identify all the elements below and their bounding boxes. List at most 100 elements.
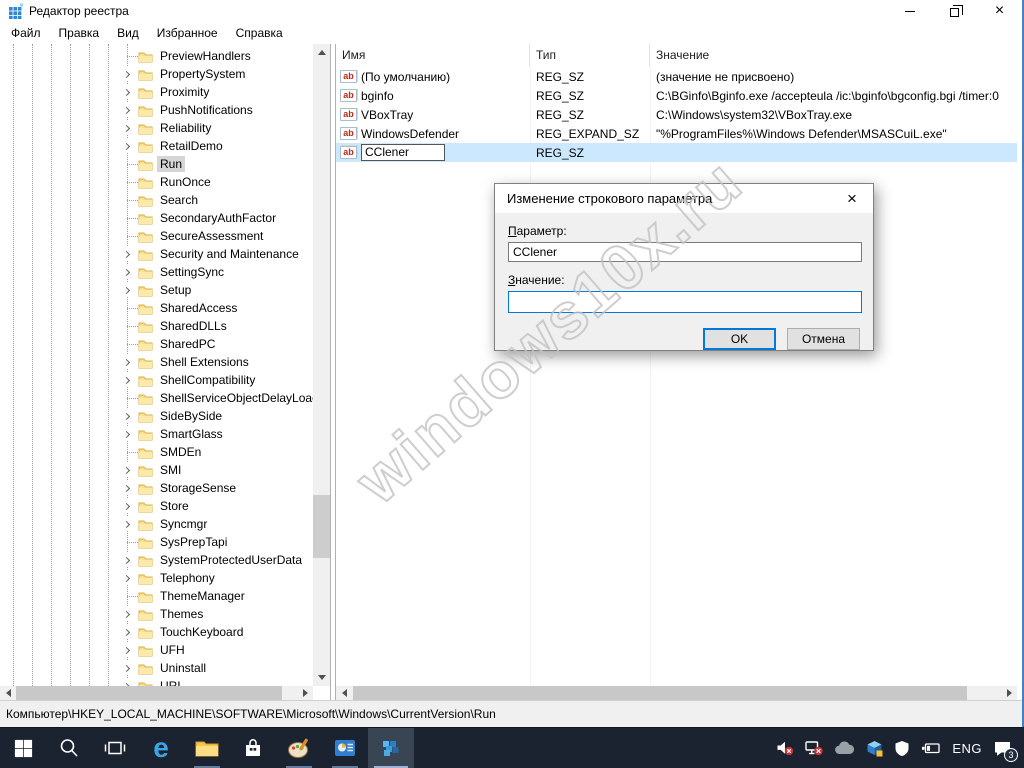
tree-item[interactable]: Search bbox=[0, 191, 313, 209]
column-header-type[interactable]: Тип bbox=[530, 44, 650, 66]
expand-chevron-icon[interactable] bbox=[120, 373, 134, 387]
table-row[interactable]: abCClener REG_SZ bbox=[336, 143, 1017, 162]
virtualbox-icon[interactable] bbox=[866, 740, 883, 757]
scroll-left-button[interactable] bbox=[336, 686, 352, 700]
expand-chevron-icon[interactable] bbox=[120, 643, 134, 657]
expand-chevron-icon[interactable] bbox=[120, 427, 134, 441]
tree-item[interactable]: Reliability bbox=[0, 119, 313, 137]
tree-item[interactable]: SystemProtectedUserData bbox=[0, 551, 313, 569]
tree-horizontal-scrollbar[interactable] bbox=[0, 686, 313, 700]
scroll-down-button[interactable] bbox=[313, 669, 330, 686]
param-name-field[interactable] bbox=[508, 242, 862, 262]
value-name[interactable]: CClener bbox=[361, 144, 445, 161]
tree-item[interactable]: TouchKeyboard bbox=[0, 623, 313, 641]
expand-chevron-icon[interactable] bbox=[120, 517, 134, 531]
paint-button[interactable] bbox=[276, 728, 322, 768]
column-header-value[interactable]: Значение bbox=[650, 44, 1017, 66]
menu-edit[interactable]: Правка bbox=[50, 23, 109, 43]
search-button[interactable] bbox=[46, 728, 92, 768]
tree-item[interactable]: Run bbox=[0, 155, 313, 173]
tree-item[interactable]: RunOnce bbox=[0, 173, 313, 191]
menu-help[interactable]: Справка bbox=[227, 23, 292, 43]
tree-item[interactable]: SecureAssessment bbox=[0, 227, 313, 245]
menu-favorites[interactable]: Избранное bbox=[148, 23, 227, 43]
expand-chevron-icon[interactable] bbox=[120, 571, 134, 585]
tree-item[interactable]: SharedAccess bbox=[0, 299, 313, 317]
tree-item[interactable]: Store bbox=[0, 497, 313, 515]
system-properties-button[interactable] bbox=[322, 728, 368, 768]
tree-item[interactable]: SMI bbox=[0, 461, 313, 479]
tree-item[interactable]: Syncmgr bbox=[0, 515, 313, 533]
edge-button[interactable]: e bbox=[138, 728, 184, 768]
tree-item[interactable]: Shell Extensions bbox=[0, 353, 313, 371]
tree-item[interactable]: SharedDLLs bbox=[0, 317, 313, 335]
expand-chevron-icon[interactable] bbox=[120, 265, 134, 279]
store-button[interactable] bbox=[230, 728, 276, 768]
network-disconnected-icon[interactable] bbox=[805, 740, 823, 756]
expand-chevron-icon[interactable] bbox=[120, 85, 134, 99]
tree-item[interactable]: SettingSync bbox=[0, 263, 313, 281]
expand-chevron-icon[interactable] bbox=[120, 661, 134, 675]
expand-chevron-icon[interactable] bbox=[120, 121, 134, 135]
tree-item[interactable]: ThemeManager bbox=[0, 587, 313, 605]
scrollbar-thumb[interactable] bbox=[313, 495, 330, 558]
tree-item[interactable]: RetailDemo bbox=[0, 137, 313, 155]
minimize-button[interactable] bbox=[887, 0, 932, 22]
task-view-button[interactable] bbox=[92, 728, 138, 768]
table-row[interactable]: abbginfo REG_SZ C:\BGinfo\Bginfo.exe /ac… bbox=[336, 86, 1017, 105]
expand-chevron-icon[interactable] bbox=[120, 355, 134, 369]
tree-item[interactable]: PropertySystem bbox=[0, 65, 313, 83]
scroll-up-button[interactable] bbox=[313, 44, 330, 61]
expand-chevron-icon[interactable] bbox=[120, 283, 134, 297]
tree-item[interactable]: SMDEn bbox=[0, 443, 313, 461]
tree-item[interactable]: Themes bbox=[0, 605, 313, 623]
tree-item[interactable]: SysPrepTapi bbox=[0, 533, 313, 551]
table-row[interactable]: abVBoxTray REG_SZ C:\Windows\system32\VB… bbox=[336, 105, 1017, 124]
tree-item[interactable]: PushNotifications bbox=[0, 101, 313, 119]
scrollbar-thumb[interactable] bbox=[16, 686, 282, 700]
tree-item[interactable]: Proximity bbox=[0, 83, 313, 101]
table-row[interactable]: abWindowsDefender REG_EXPAND_SZ "%Progra… bbox=[336, 124, 1017, 143]
action-center-icon[interactable]: 3 bbox=[993, 740, 1012, 757]
table-row[interactable]: ab(По умолчанию) REG_SZ (значение не при… bbox=[336, 67, 1017, 86]
tree-item[interactable]: Security and Maintenance bbox=[0, 245, 313, 263]
list-horizontal-scrollbar[interactable] bbox=[336, 686, 1017, 700]
tree-item[interactable]: PreviewHandlers bbox=[0, 47, 313, 65]
tree-item[interactable]: ShellCompatibility bbox=[0, 371, 313, 389]
regedit-taskbar-button[interactable] bbox=[368, 728, 414, 768]
tree-item[interactable]: Setup bbox=[0, 281, 313, 299]
file-explorer-button[interactable] bbox=[184, 728, 230, 768]
dialog-close-button[interactable]: × bbox=[831, 184, 873, 213]
expand-chevron-icon[interactable] bbox=[120, 499, 134, 513]
menu-file[interactable]: Файл bbox=[2, 23, 50, 43]
param-value-field[interactable] bbox=[508, 291, 862, 313]
expand-chevron-icon[interactable] bbox=[120, 481, 134, 495]
tree-item[interactable]: SecondaryAuthFactor bbox=[0, 209, 313, 227]
battery-icon[interactable] bbox=[921, 742, 941, 755]
expand-chevron-icon[interactable] bbox=[120, 607, 134, 621]
tree-item[interactable]: Uninstall bbox=[0, 659, 313, 677]
tree-item[interactable]: SmartGlass bbox=[0, 425, 313, 443]
tree-item[interactable]: SideBySide bbox=[0, 407, 313, 425]
expand-chevron-icon[interactable] bbox=[120, 139, 134, 153]
onedrive-icon[interactable] bbox=[834, 741, 855, 755]
scrollbar-thumb[interactable] bbox=[353, 686, 967, 700]
expand-chevron-icon[interactable] bbox=[120, 553, 134, 567]
tree-vertical-scrollbar[interactable] bbox=[313, 44, 330, 686]
expand-chevron-icon[interactable] bbox=[120, 103, 134, 117]
volume-muted-icon[interactable] bbox=[776, 740, 794, 756]
expand-chevron-icon[interactable] bbox=[120, 247, 134, 261]
scroll-left-button[interactable] bbox=[0, 686, 16, 700]
cancel-button[interactable]: Отмена bbox=[787, 328, 860, 350]
defender-icon[interactable] bbox=[894, 740, 910, 757]
language-indicator[interactable]: ENG bbox=[952, 741, 982, 756]
ok-button[interactable]: OK bbox=[703, 328, 776, 350]
close-button[interactable]: × bbox=[977, 0, 1022, 22]
restore-button[interactable] bbox=[932, 0, 977, 22]
tree-item[interactable]: Telephony bbox=[0, 569, 313, 587]
menu-view[interactable]: Вид bbox=[108, 23, 148, 43]
expand-chevron-icon[interactable] bbox=[120, 409, 134, 423]
scroll-right-button[interactable] bbox=[297, 686, 313, 700]
expand-chevron-icon[interactable] bbox=[120, 463, 134, 477]
tree-item[interactable]: StorageSense bbox=[0, 479, 313, 497]
